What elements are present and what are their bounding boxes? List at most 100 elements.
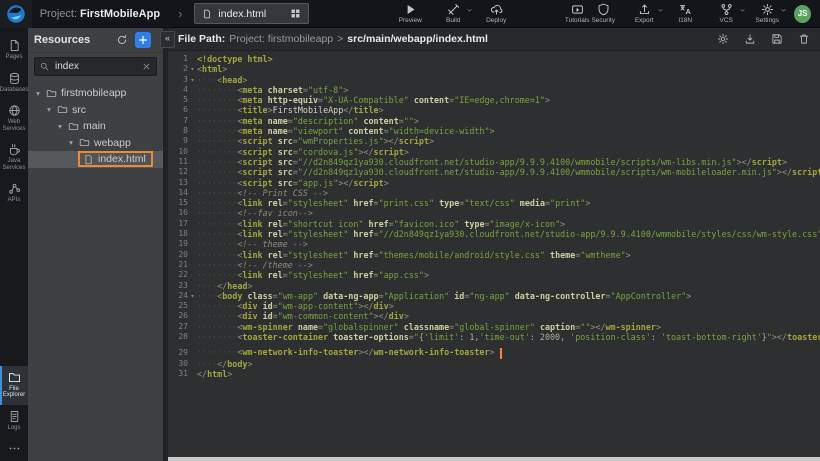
preview-button[interactable]: Preview	[397, 3, 423, 24]
code-line[interactable]: ········<title>FirstMobileApp</title>	[197, 105, 820, 115]
rail-item-databases[interactable]: Databases	[0, 67, 28, 100]
toolbar-left-actions: Preview Build Deploy Tutorials	[397, 3, 590, 24]
code-line[interactable]: ····<body class="wm-app" data-ng-app="Ap…	[197, 291, 820, 301]
project-breadcrumb[interactable]: Project:FirstMobileApp	[40, 8, 160, 20]
code-line[interactable]: ········<!-- /theme -->	[197, 260, 820, 270]
code-line[interactable]: <!doctype html>	[197, 54, 820, 64]
fold-toggle-icon[interactable]: ▾	[188, 291, 197, 301]
tree-expand-icon[interactable]: ▾	[45, 105, 53, 114]
code-row: 8········<meta name="viewport" content="…	[168, 126, 820, 136]
fold-gutter	[188, 126, 197, 136]
code-line[interactable]: ····<head>	[197, 75, 820, 85]
add-resource-button[interactable]	[135, 32, 151, 48]
line-number: 10	[168, 147, 188, 157]
code-line[interactable]: ········<!--fav icon-->	[197, 208, 820, 218]
code-line[interactable]: <html>	[197, 64, 820, 74]
code-line[interactable]: ········<toaster-container toaster-optio…	[197, 332, 820, 342]
file-path-label: File Path:	[178, 33, 225, 45]
line-number: 7	[168, 116, 188, 126]
file-path-separator: >	[337, 33, 343, 45]
rail-item-logs[interactable]: Logs	[0, 405, 28, 438]
collapse-panel-icon[interactable]: «	[160, 31, 175, 48]
tree-node-label: index.html	[98, 153, 146, 165]
fold-gutter	[188, 239, 197, 249]
code-line[interactable]: ········<meta name="description" content…	[197, 116, 820, 126]
tree-node-src[interactable]: ▾src	[28, 102, 163, 119]
horizontal-scrollbar[interactable]	[168, 457, 820, 461]
code-line[interactable]: ········<!-- Print CSS -->	[197, 188, 820, 198]
tree-node-main[interactable]: ▾main	[28, 118, 163, 135]
settings-button[interactable]: Settings	[754, 3, 780, 24]
rail-item-file-explorer[interactable]: File Explorer	[0, 366, 28, 405]
code-line[interactable]: ········<div id="wm-common-content"></di…	[197, 311, 820, 321]
line-number: 20	[168, 250, 188, 260]
build-button[interactable]: Build	[440, 3, 466, 24]
rail-item-more[interactable]	[0, 437, 28, 461]
tree-expand-icon[interactable]: ▾	[67, 138, 75, 147]
code-line[interactable]: ····</body>	[197, 359, 820, 369]
code-line[interactable]: ········<div id="wm-app-content"></div>	[197, 301, 820, 311]
fold-toggle-icon[interactable]: ▾	[188, 64, 197, 74]
code-line[interactable]: ········<script src="app.js"></script>	[197, 178, 820, 188]
code-line[interactable]: ········<link rel="stylesheet" href="app…	[197, 270, 820, 280]
grid-icon[interactable]	[290, 8, 301, 19]
code-line[interactable]: ····</head>	[197, 281, 820, 291]
rail-item-label: APIs	[8, 197, 21, 204]
rail-item-java-services[interactable]: Java Services	[0, 138, 28, 177]
tree-expand-icon[interactable]: ▾	[34, 89, 42, 98]
code-line[interactable]: ········<meta name="viewport" content="w…	[197, 126, 820, 136]
resource-search-box	[34, 57, 157, 76]
tree-expand-icon[interactable]: ▾	[56, 122, 64, 131]
tutorials-icon	[571, 3, 584, 16]
code-line[interactable]: ········<wm-network-info-toaster></wm-ne…	[197, 348, 820, 358]
rail-item-web-services[interactable]: Web Services	[0, 99, 28, 138]
fold-toggle-icon[interactable]: ▾	[188, 75, 197, 85]
code-line[interactable]: ········<script src="//d2n849qz1ya930.cl…	[197, 167, 820, 177]
user-avatar[interactable]: JS	[794, 5, 811, 23]
security-button[interactable]: Security	[590, 3, 616, 24]
fold-gutter	[188, 95, 197, 105]
search-input[interactable]	[53, 60, 138, 73]
clear-search-icon[interactable]	[142, 62, 151, 71]
resources-header: Resources	[28, 28, 163, 53]
tutorials-button[interactable]: Tutorials	[564, 3, 590, 24]
code-line[interactable]: </html>	[197, 369, 820, 379]
vcs-button[interactable]: VCS	[713, 3, 739, 24]
file-path-project: Project: firstmobileapp	[229, 33, 333, 45]
line-number: 29	[168, 348, 188, 358]
code-line[interactable]: ········<link rel="shortcut icon" href="…	[197, 219, 820, 229]
code-line[interactable]: ········<!-- theme -->	[197, 239, 820, 249]
code-line[interactable]: ········<script src="cordova.js"></scrip…	[197, 147, 820, 157]
code-line[interactable]: ········<wm-spinner name="globalspinner"…	[197, 322, 820, 332]
code-line[interactable]: ········<link rel="stylesheet" href="//d…	[197, 229, 820, 239]
i18n-button[interactable]: AI18N	[672, 3, 698, 24]
tree-node-webapp[interactable]: ▾webapp	[28, 135, 163, 152]
save-icon[interactable]	[771, 33, 783, 45]
code-line[interactable]: ········<script src="wmProperties.js"></…	[197, 136, 820, 146]
code-line[interactable]: ········<link rel="stylesheet" href="the…	[197, 250, 820, 260]
code-row: 4········<meta charset="utf-8">	[168, 85, 820, 95]
tree-node-firstmobileapp[interactable]: ▾firstmobileapp	[28, 85, 163, 102]
code-line[interactable]: ········<meta charset="utf-8">	[197, 85, 820, 95]
deploy-button[interactable]: Deploy	[483, 3, 509, 24]
rail-item-apis[interactable]: APIs	[0, 177, 28, 210]
rail-item-label: Pages	[5, 54, 22, 61]
tab-index-html[interactable]: index.html	[194, 3, 309, 24]
code-editor[interactable]: 1<!doctype html>2▾<html>3▾····<head>4···…	[168, 51, 820, 457]
code-row: 27········<wm-spinner name="globalspinne…	[168, 322, 820, 332]
app-logo[interactable]	[0, 0, 32, 28]
gear-icon[interactable]	[717, 33, 729, 45]
code-line[interactable]: ········<link rel="stylesheet" href="pri…	[197, 198, 820, 208]
trash-icon[interactable]	[798, 33, 810, 45]
code-row: 9········<script src="wmProperties.js"><…	[168, 136, 820, 146]
download-icon[interactable]	[744, 33, 756, 45]
refresh-icon[interactable]	[116, 34, 128, 46]
tree-node-index-html[interactable]: index.html	[28, 151, 163, 168]
tab-label: index.html	[218, 8, 284, 20]
rail-item-pages[interactable]: Pages	[0, 34, 28, 67]
code-line[interactable]: ········<script src="//d2n849qz1ya930.cl…	[197, 157, 820, 167]
code-line[interactable]: ········<meta http-equiv="X-UA-Compatibl…	[197, 95, 820, 105]
fold-gutter	[188, 219, 197, 229]
export-button[interactable]: Export	[631, 3, 657, 24]
code-row: 14········<!-- Print CSS -->	[168, 188, 820, 198]
